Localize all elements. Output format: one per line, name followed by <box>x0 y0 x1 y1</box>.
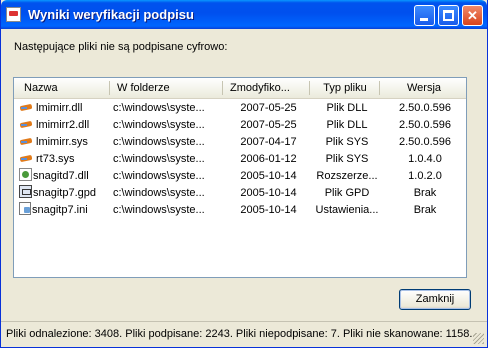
version-cell: 2.50.0.596 <box>399 119 451 131</box>
folder-cell: c:\windows\syste... <box>113 187 205 199</box>
column-divider[interactable] <box>222 81 223 95</box>
version-cell: 1.0.4.0 <box>408 153 442 165</box>
title-bar[interactable]: Wyniki weryfikacji podpisu ✕ <box>1 0 487 29</box>
status-bar: Pliki odnalezione: 3408. Pliki podpisane… <box>1 321 487 347</box>
file-name: lmimirr.dll <box>36 102 83 114</box>
file-name: snagitp7.ini <box>32 204 88 216</box>
table-row[interactable]: lmimirr.dll c:\windows\syste... 2007-05-25… <box>14 100 466 117</box>
table-row[interactable]: snagitp7.ini c:\windows\syste... 2005-10-1… <box>14 202 466 219</box>
window-title: Wyniki weryfikacji podpisu <box>28 7 194 22</box>
file-type-cell: Ustawienia... <box>315 204 379 216</box>
version-cell: 2.50.0.596 <box>399 102 451 114</box>
folder-cell: c:\windows\syste... <box>113 153 205 165</box>
file-type-cell: Plik DLL <box>326 102 368 114</box>
file-name: snagitd7.dll <box>33 170 89 182</box>
modified-cell: 2007-04-17 <box>240 136 297 148</box>
table-row[interactable]: snagitp7.gpd c:\windows\syste... 2005-10-1… <box>14 185 466 202</box>
version-cell: 2.50.0.596 <box>399 136 451 148</box>
signature-verification-dialog: Wyniki weryfikacji podpisu ✕ Następujące… <box>0 0 488 348</box>
close-window-button[interactable]: ✕ <box>462 5 483 26</box>
dll-file-icon <box>19 100 35 113</box>
unsigned-files-list[interactable]: Nazwa W folderze Zmodyfiko... Typ pliku … <box>13 77 467 278</box>
modified-cell: 2005-10-14 <box>240 187 297 199</box>
file-name-cell[interactable]: lmimirr2.dll <box>19 117 111 134</box>
table-row[interactable]: snagitd7.dll c:\windows\syste... 2005-10-1… <box>14 168 466 185</box>
minimize-button[interactable] <box>414 5 435 26</box>
file-type-cell: Plik DLL <box>326 119 368 131</box>
table-row[interactable]: lmimirr2.dll c:\windows\syste... 2007-05-2… <box>14 117 466 134</box>
close-button[interactable]: Zamknij <box>399 289 471 310</box>
file-name-cell[interactable]: snagitp7.ini <box>19 202 111 219</box>
folder-cell: c:\windows\syste... <box>113 170 205 182</box>
gpd-file-icon <box>19 185 32 198</box>
version-cell: 1.0.2.0 <box>408 170 442 182</box>
app-icon <box>6 7 21 22</box>
file-type-cell: Plik SYS <box>325 153 369 165</box>
folder-cell: c:\windows\syste... <box>113 102 205 114</box>
folder-cell: c:\windows\syste... <box>113 136 205 148</box>
intro-text: Następujące pliki nie są podpisane cyfro… <box>14 41 228 53</box>
file-type-cell: Plik SYS <box>325 136 369 148</box>
modified-cell: 2005-10-14 <box>240 170 297 182</box>
file-name: lmimirr.sys <box>36 136 88 148</box>
file-name-cell[interactable]: lmimirr.dll <box>19 100 111 117</box>
file-name-cell[interactable]: snagitd7.dll <box>19 168 111 185</box>
file-name-cell[interactable]: snagitp7.gpd <box>19 185 111 202</box>
modified-cell: 2006-01-12 <box>240 153 297 165</box>
column-divider[interactable] <box>309 81 310 95</box>
close-icon: ✕ <box>467 8 478 23</box>
file-name: lmimirr2.dll <box>36 119 90 131</box>
minimize-icon <box>420 18 428 21</box>
column-header-type[interactable]: Typ pliku <box>311 78 379 98</box>
dll-file-icon <box>19 117 35 130</box>
sys-file-icon <box>19 134 35 147</box>
modified-cell: 2007-05-25 <box>240 102 297 114</box>
column-header-modified[interactable]: Zmodyfiko... <box>230 78 308 98</box>
folder-cell: c:\windows\syste... <box>113 204 205 216</box>
file-type-cell: Plik GPD <box>324 187 370 199</box>
modified-cell: 2005-10-14 <box>240 204 297 216</box>
column-header-version[interactable]: Wersja <box>383 78 465 98</box>
sys-file-icon <box>19 151 35 164</box>
column-divider[interactable] <box>379 81 380 95</box>
settings-file-icon <box>19 168 32 181</box>
version-cell: Brak <box>413 204 437 216</box>
column-header-name[interactable]: Nazwa <box>24 78 109 98</box>
status-text: Pliki odnalezione: 3408. Pliki podpisane… <box>6 328 473 340</box>
list-header: Nazwa W folderze Zmodyfiko... Typ pliku … <box>14 78 466 99</box>
maximize-icon <box>443 10 454 21</box>
table-row[interactable]: rt73.sys c:\windows\syste... 2006-01-12 Pli… <box>14 151 466 168</box>
file-name-cell[interactable]: rt73.sys <box>19 151 111 168</box>
version-cell: Brak <box>413 187 437 199</box>
file-name: snagitp7.gpd <box>33 187 96 199</box>
maximize-button[interactable] <box>438 5 459 26</box>
column-divider[interactable] <box>109 81 110 95</box>
file-name-cell[interactable]: lmimirr.sys <box>19 134 111 151</box>
file-type-cell: Rozszerze... <box>316 170 378 182</box>
table-row[interactable]: lmimirr.sys c:\windows\syste... 2007-04-17… <box>14 134 466 151</box>
column-header-folder[interactable]: W folderze <box>117 78 222 98</box>
file-name: rt73.sys <box>36 153 75 165</box>
folder-cell: c:\windows\syste... <box>113 119 205 131</box>
resize-grip[interactable] <box>473 333 484 344</box>
ini-file-icon <box>19 202 31 215</box>
modified-cell: 2007-05-25 <box>240 119 297 131</box>
